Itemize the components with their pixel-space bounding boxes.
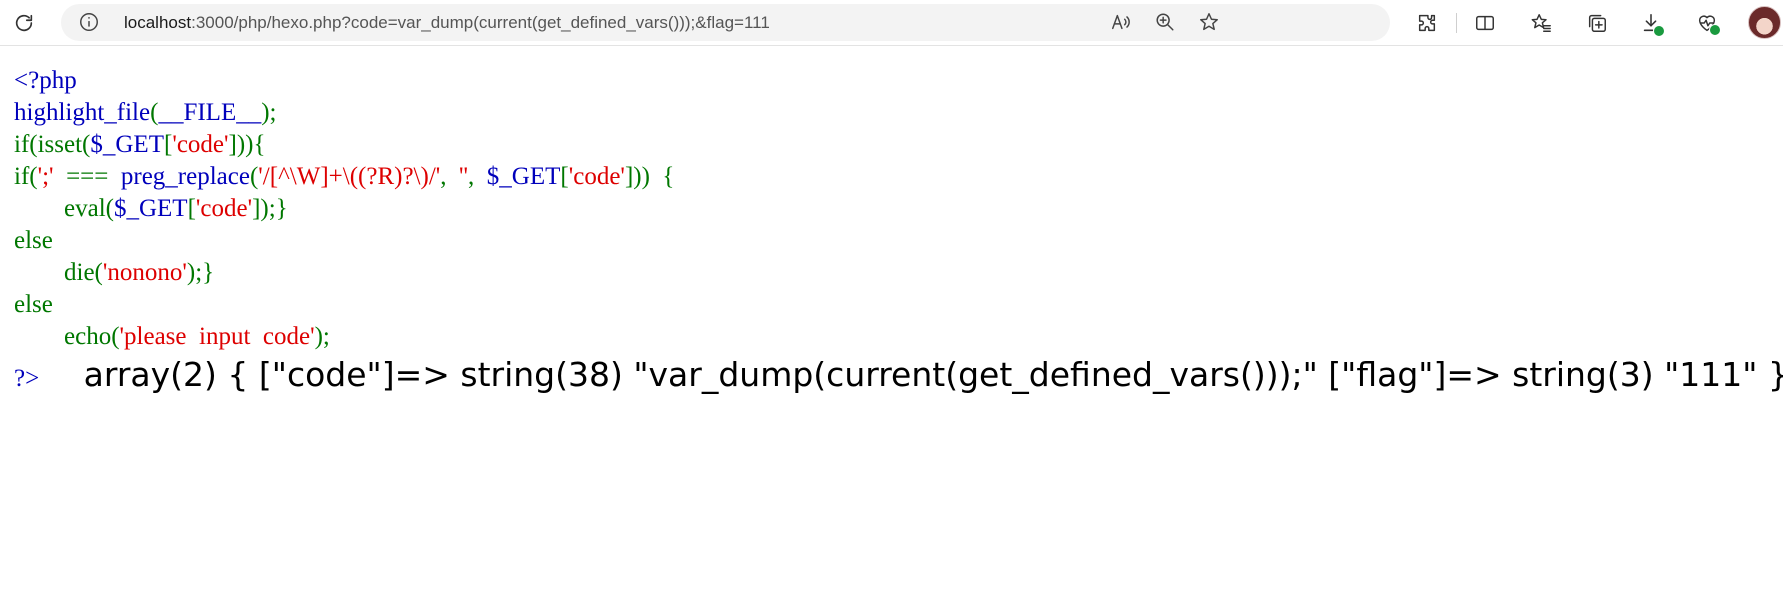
code-token: 'code' xyxy=(195,195,253,222)
code-token: , xyxy=(440,163,460,190)
output-line: ?> array(2) { ["code"]=> string(38) "var… xyxy=(14,355,1783,399)
zoom-icon[interactable] xyxy=(1150,7,1180,37)
read-aloud-icon[interactable] xyxy=(1106,7,1136,37)
var-dump-output: array(2) { ["code"]=> string(38) "var_du… xyxy=(83,355,1783,394)
code-token: , xyxy=(468,163,487,190)
code-token: preg_replace xyxy=(120,163,250,190)
code-token: $_GET xyxy=(486,163,561,190)
heart-pulse-icon[interactable] xyxy=(1692,8,1722,38)
code-token: $_GET xyxy=(113,195,188,222)
url-path: :3000/php/hexo.php?code=var_dump(current… xyxy=(191,13,770,32)
code-token: '' xyxy=(459,163,469,190)
code-token: else xyxy=(14,227,53,254)
code-line: die('nonono');} xyxy=(14,257,674,289)
url-host: localhost xyxy=(124,13,192,32)
php-close-tag: ?> xyxy=(14,365,40,392)
split-screen-icon[interactable] xyxy=(1470,8,1500,38)
toolbar-divider xyxy=(1456,13,1457,33)
code-token: [ xyxy=(560,163,569,190)
code-line: eval($_GET['code']);} xyxy=(14,193,674,225)
code-token: ';' xyxy=(37,163,54,190)
code-token: ); xyxy=(261,99,277,126)
info-icon[interactable] xyxy=(78,11,100,33)
code-token: die( xyxy=(14,259,103,286)
code-token: echo( xyxy=(14,323,120,350)
refresh-icon[interactable] xyxy=(9,8,39,38)
code-token: <?php xyxy=(14,67,77,94)
puzzle-icon[interactable] xyxy=(1412,8,1442,38)
download-icon[interactable] xyxy=(1636,8,1666,38)
code-token: );} xyxy=(186,259,215,286)
code-token: 'code' xyxy=(568,163,625,190)
url-text[interactable]: localhost:3000/php/hexo.php?code=var_dum… xyxy=(124,13,770,33)
favorites-icon[interactable] xyxy=(1526,8,1556,38)
code-token: __FILE__ xyxy=(158,99,262,126)
address-bar[interactable]: localhost:3000/php/hexo.php?code=var_dum… xyxy=(61,4,1390,41)
code-token: ])) { xyxy=(624,163,675,190)
code-token: === xyxy=(53,163,121,190)
code-line: if(isset($_GET['code'])){ xyxy=(14,129,674,161)
browser-toolbar: localhost:3000/php/hexo.php?code=var_dum… xyxy=(0,0,1783,46)
collections-icon[interactable] xyxy=(1582,8,1612,38)
php-source-code: <?php highlight_file(__FILE__); if(isset($… xyxy=(14,65,674,353)
code-token: ); xyxy=(314,323,330,350)
code-line: else xyxy=(14,289,674,321)
code-token: ])){ xyxy=(228,131,266,158)
code-token: if(isset( xyxy=(14,131,91,158)
code-token: 'please input code' xyxy=(119,323,315,350)
download-complete-badge xyxy=(1653,25,1665,37)
essentials-status-badge xyxy=(1709,24,1721,36)
code-token: 'nonono' xyxy=(102,259,187,286)
code-token: '/[^\W]+\((?R)?\)/' xyxy=(258,163,441,190)
avatar[interactable] xyxy=(1748,6,1781,39)
code-line: highlight_file(__FILE__); xyxy=(14,97,674,129)
star-icon[interactable] xyxy=(1194,7,1224,37)
code-line: echo('please input code'); xyxy=(14,321,674,353)
code-token: $_GET xyxy=(90,131,164,158)
code-line: if(';' === preg_replace('/[^\W]+\((?R)?\… xyxy=(14,161,674,193)
code-token: highlight_file xyxy=(14,99,151,126)
code-line: <?php xyxy=(14,65,674,97)
code-token: if( xyxy=(14,163,38,190)
code-token: ]);} xyxy=(252,195,288,222)
code-token: 'code' xyxy=(172,131,229,158)
code-token: [ xyxy=(187,195,196,222)
code-line: else xyxy=(14,225,674,257)
code-token: eval( xyxy=(14,195,114,222)
code-token: else xyxy=(14,291,53,318)
